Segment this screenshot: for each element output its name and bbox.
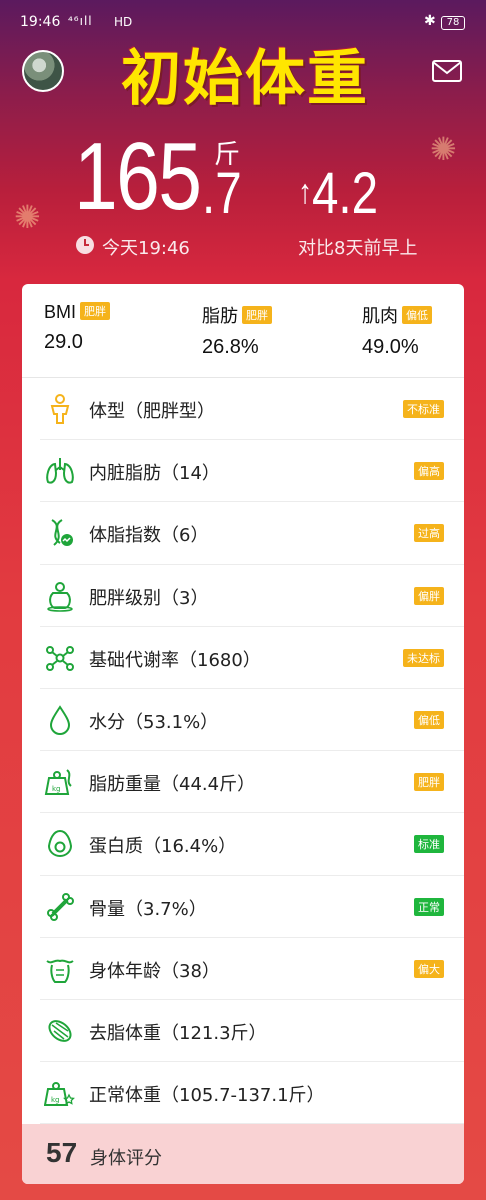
avocado-icon [47,830,73,858]
metric-label: 基础代谢率（1680） [89,649,261,671]
torso-icon [46,959,74,983]
status-badge: 偏高 [414,462,444,481]
lungs-icon [46,458,74,484]
metric-row[interactable]: kg 脂肪重量（44.4斤） 肥胖 [40,751,464,814]
dna-icon [51,519,73,547]
summary-label: 肌肉 [362,306,398,326]
battery-icon: 78 [441,16,465,30]
metric-row[interactable]: 身体年龄（38） 偏大 [40,938,464,1000]
mail-icon[interactable] [432,60,462,82]
metric-label: 去脂体重（121.3斤） [89,1022,267,1044]
firework-icon: ✺ [14,198,41,236]
ideal-weight-icon: kg [44,1082,75,1107]
status-badge: 过高 [414,524,444,543]
water-drop-icon [49,705,71,735]
metric-row[interactable]: 内脏脂肪（14） 偏高 [40,440,464,503]
compare-label: 对比8天前早上 [298,238,418,259]
body-score-bar[interactable]: 57 身体评分 [22,1124,464,1184]
obesity-level-icon [47,581,73,612]
weight-change: ↑4.2 [298,160,378,227]
summary-muscle[interactable]: 肌肉 偏低 49.0% [362,302,432,359]
body-score-value: 57 [46,1137,78,1168]
body-score-label: 身体评分 [90,1148,162,1169]
svg-text:kg: kg [51,1096,60,1104]
summary-value: 29.0 [44,331,83,353]
metric-list: 体型（肥胖型） 不标准内脏脂肪（14） 偏高体脂指数（6） 过高肥胖级别（3） 偏胖基础… [22,378,464,1125]
metric-row[interactable]: 水分（53.1%） 偏低 [40,689,464,752]
bluetooth-icon: ✱ [424,13,436,29]
status-badge: 偏低 [414,710,444,729]
molecule-icon [46,645,74,671]
metric-label: 正常体重（105.7-137.1斤） [89,1085,325,1107]
metric-row[interactable]: 体型（肥胖型） 不标准 [40,378,464,441]
metric-label: 脂肪重量（44.4斤） [89,774,256,796]
summary-label: 脂肪 [202,306,238,326]
status-badge: 标准 [414,835,444,854]
muscle-icon [48,1020,72,1042]
metric-row[interactable]: 蛋白质（16.4%） 标准 [40,813,464,876]
arrow-up-icon: ↑ [298,173,312,211]
page-title: 初始体重 [121,44,369,114]
metric-label: 肥胖级别（3） [89,587,209,609]
summary-fat[interactable]: 脂肪 肥胖 26.8% [202,302,272,359]
status-badge: 偏低 [402,306,432,324]
weight-change-value: 4.2 [311,161,379,226]
signal-icon: ⁴⁶ıll [68,14,93,28]
body-metrics-card: BMI 肥胖 29.0 脂肪 肥胖 26.8% 肌肉 偏低 49.0% 体型（肥胖型）… [22,284,464,1184]
summary-value: 26.8% [202,336,259,358]
summary-bmi[interactable]: BMI 肥胖 29.0 [44,302,111,354]
body-shape-icon [50,394,70,424]
status-badge: 肥胖 [80,302,111,320]
status-badge: 正常 [414,897,444,916]
firework-icon: ✺ [430,130,457,168]
metric-label: 身体年龄（38） [89,960,220,982]
summary-label: BMI [44,302,77,322]
measure-time: 今天19:46 [102,238,190,259]
metric-label: 体脂指数（6） [89,525,209,547]
status-badge: 未达标 [403,648,444,667]
status-badge: 偏大 [414,959,444,978]
metric-label: 水分（53.1%） [89,711,219,733]
metric-label: 蛋白质（16.4%） [89,836,237,858]
bone-icon [47,892,74,921]
metric-row[interactable]: 体脂指数（6） 过高 [40,502,464,565]
fat-weight-icon: kg [44,769,72,796]
svg-text:kg: kg [52,785,61,793]
status-badge: 肥胖 [242,306,272,324]
status-time: 19:46 [20,14,61,30]
metric-row[interactable]: 肥胖级别（3） 偏胖 [40,565,464,627]
network-type: HD [114,15,133,29]
metric-label: 内脏脂肪（14） [89,463,220,485]
weight-unit: 斤 [214,140,241,170]
status-badge: 不标准 [403,400,444,418]
metric-label: 体型（肥胖型） [89,401,215,422]
metric-label: 骨量（3.7%） [89,898,207,920]
metric-row[interactable]: 去脂体重（121.3斤） [40,1000,464,1063]
weight-value: 165 [74,123,202,230]
metric-row[interactable]: kg 正常体重（105.7-137.1斤） [40,1062,464,1125]
summary-value: 49.0% [362,336,419,358]
avatar[interactable] [22,50,64,92]
status-badge: 肥胖 [414,773,444,792]
metric-row[interactable]: 基础代谢率（1680） 未达标 [40,627,464,689]
summary-row: BMI 肥胖 29.0 脂肪 肥胖 26.8% 肌肉 偏低 49.0% [22,284,464,378]
status-badge: 偏胖 [414,586,444,605]
clock-icon [76,236,94,254]
metric-row[interactable]: 骨量（3.7%） 正常 [40,876,464,938]
